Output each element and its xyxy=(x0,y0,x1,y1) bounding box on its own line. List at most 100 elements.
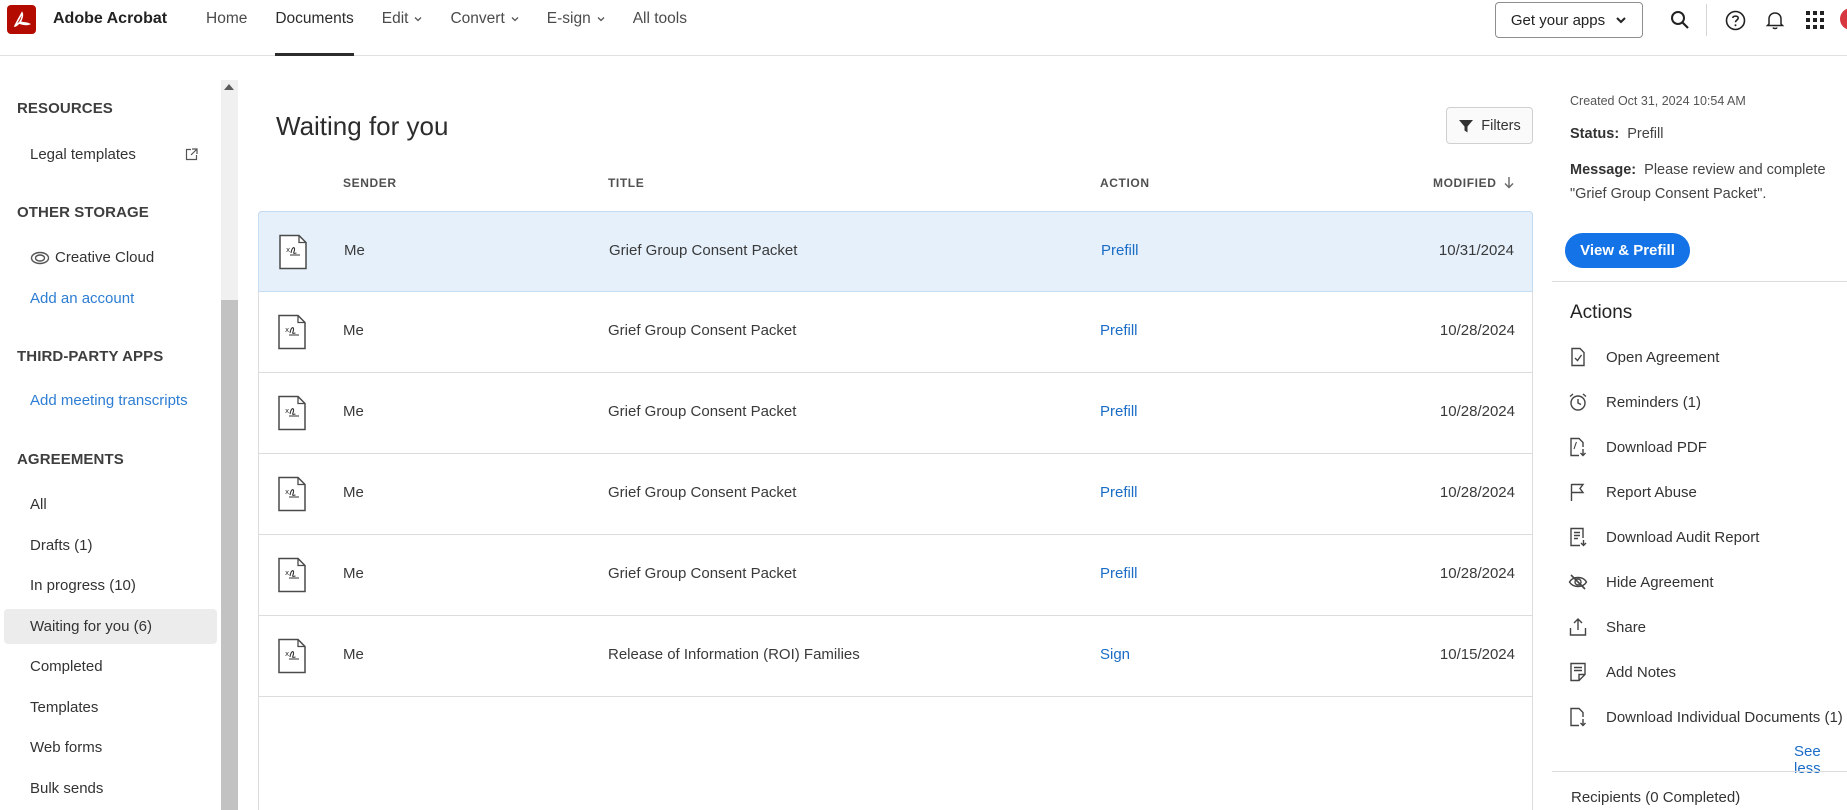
table-row[interactable]: x Me Grief Group Consent Packet Prefill 10/3… xyxy=(258,211,1533,292)
divider xyxy=(1706,4,1707,36)
divider xyxy=(1552,281,1847,282)
table-row[interactable]: x Me Release of Information (ROI) Families… xyxy=(258,616,1533,697)
svg-text:x: x xyxy=(285,488,289,496)
cell-title: Grief Group Consent Packet xyxy=(608,322,797,339)
cell-sender: Me xyxy=(344,242,365,259)
cell-title: Grief Group Consent Packet xyxy=(608,484,797,501)
sidebar: RESOURCES Legal templates OTHER STORAGE … xyxy=(0,78,220,810)
column-header-action[interactable]: ACTION xyxy=(1100,176,1150,190)
action-download-audit-report[interactable]: Download Audit Report xyxy=(1568,525,1759,549)
cell-action-link[interactable]: Sign xyxy=(1100,646,1130,663)
cell-sender: Me xyxy=(343,403,364,420)
nav-edit[interactable]: Edit xyxy=(382,0,423,56)
document-signature-icon: x xyxy=(277,476,307,512)
action-download-pdf[interactable]: Download PDF xyxy=(1568,435,1707,459)
action-add-notes[interactable]: Add Notes xyxy=(1568,660,1676,684)
cell-modified: 10/28/2024 xyxy=(1439,484,1515,501)
action-hide-agreement[interactable]: Hide Agreement xyxy=(1568,570,1714,594)
share-icon xyxy=(1569,618,1587,636)
sidebar-item-all[interactable]: All xyxy=(30,496,47,513)
sidebar-item-waiting-for-you[interactable]: Waiting for you (6) xyxy=(30,618,152,635)
table-row[interactable]: x Me Grief Group Consent Packet Prefill 10/2… xyxy=(258,292,1533,373)
notes-icon xyxy=(1570,662,1586,682)
action-download-individual-documents[interactable]: Download Individual Documents (1) xyxy=(1568,705,1843,729)
cell-action-link[interactable]: Prefill xyxy=(1100,565,1138,582)
main-nav: Home Documents Edit Convert E-sign All t… xyxy=(190,0,699,56)
page-title: Waiting for you xyxy=(276,111,449,141)
action-open-agreement[interactable]: Open Agreement xyxy=(1568,345,1719,369)
cell-action-link[interactable]: Prefill xyxy=(1100,322,1138,339)
cell-action-link[interactable]: Prefill xyxy=(1100,484,1138,501)
app-name: Adobe Acrobat xyxy=(53,10,168,27)
cell-title: Grief Group Consent Packet xyxy=(608,565,797,582)
sidebar-scrollbar-thumb[interactable] xyxy=(221,300,238,810)
sidebar-item-bulk-sends[interactable]: Bulk sends xyxy=(30,780,103,797)
column-header-title[interactable]: TITLE xyxy=(608,176,644,190)
nav-convert[interactable]: Convert xyxy=(450,0,519,56)
search-icon[interactable] xyxy=(1668,8,1692,32)
table-row[interactable]: x Me Grief Group Consent Packet Prefill 10/2… xyxy=(258,535,1533,616)
table-row[interactable]: x Me Grief Group Consent Packet Prefill 10/2… xyxy=(258,454,1533,535)
sidebar-item-creative-cloud[interactable]: Creative Cloud xyxy=(55,249,154,266)
action-report-abuse[interactable]: Report Abuse xyxy=(1568,480,1697,504)
external-link-icon[interactable] xyxy=(185,148,198,161)
cell-title: Release of Information (ROI) Families xyxy=(608,646,860,663)
sidebar-item-in-progress[interactable]: In progress (10) xyxy=(30,577,136,594)
nav-esign[interactable]: E-sign xyxy=(547,0,605,56)
action-reminders[interactable]: Reminders (1) xyxy=(1568,390,1701,414)
nav-all-tools[interactable]: All tools xyxy=(633,0,687,56)
cell-modified: 10/28/2024 xyxy=(1439,403,1515,420)
bell-icon[interactable] xyxy=(1763,8,1787,32)
message-line: Message: Please review and complete xyxy=(1570,158,1826,182)
sidebar-item-web-forms[interactable]: Web forms xyxy=(30,739,102,756)
svg-text:x: x xyxy=(285,326,289,334)
column-header-modified[interactable]: MODIFIED xyxy=(1433,176,1496,190)
cell-modified: 10/28/2024 xyxy=(1439,565,1515,582)
eye-hidden-icon xyxy=(1568,574,1588,590)
column-header-sender[interactable]: SENDER xyxy=(343,176,397,190)
created-timestamp: Created Oct 31, 2024 10:54 AM xyxy=(1570,94,1746,108)
add-account-link[interactable]: Add an account xyxy=(30,290,134,307)
sidebar-item-completed[interactable]: Completed xyxy=(30,658,103,675)
app-grid-icon[interactable] xyxy=(1803,8,1827,32)
table-row[interactable]: x Me Grief Group Consent Packet Prefill 10/2… xyxy=(258,373,1533,454)
action-share[interactable]: Share xyxy=(1568,615,1646,639)
avatar[interactable] xyxy=(1840,8,1847,30)
nav-documents[interactable]: Documents xyxy=(275,0,355,56)
document-signature-icon: x xyxy=(277,314,307,350)
sidebar-item-legal-templates[interactable]: Legal templates xyxy=(30,146,136,163)
download-pdf-icon xyxy=(1570,437,1586,457)
audit-report-icon xyxy=(1570,527,1587,547)
cell-action-link[interactable]: Prefill xyxy=(1100,403,1138,420)
nav-home[interactable]: Home xyxy=(206,0,247,56)
resources-heading: RESOURCES xyxy=(17,100,113,117)
cell-sender: Me xyxy=(343,565,364,582)
agreements-heading: AGREEMENTS xyxy=(17,451,124,468)
cell-action-link[interactable]: Prefill xyxy=(1101,242,1139,259)
third-party-apps-heading: THIRD-PARTY APPS xyxy=(17,348,164,365)
sidebar-item-drafts[interactable]: Drafts (1) xyxy=(30,537,93,554)
filters-button[interactable]: Filters xyxy=(1446,107,1533,144)
get-your-apps-button[interactable]: Get your apps xyxy=(1495,2,1643,38)
message-line-2: "Grief Group Consent Packet". xyxy=(1570,186,1767,202)
view-and-prefill-button[interactable]: View & Prefill xyxy=(1565,233,1690,268)
chevron-down-icon xyxy=(511,17,519,22)
open-agreement-icon xyxy=(1571,347,1585,367)
acrobat-logo-icon[interactable] xyxy=(7,5,36,34)
scroll-up-arrow-icon[interactable] xyxy=(224,84,234,90)
sort-down-arrow-icon[interactable] xyxy=(1503,176,1515,189)
add-meeting-transcripts-link[interactable]: Add meeting transcripts xyxy=(30,392,188,409)
svg-text:x: x xyxy=(285,407,289,415)
cell-sender: Me xyxy=(343,646,364,663)
help-icon[interactable] xyxy=(1723,8,1747,32)
sidebar-item-templates[interactable]: Templates xyxy=(30,699,98,716)
creative-cloud-icon xyxy=(30,251,50,265)
recipients-heading[interactable]: Recipients (0 Completed) xyxy=(1571,789,1740,806)
chevron-down-icon xyxy=(1616,17,1626,24)
top-bar: Adobe Acrobat Home Documents Edit Conver… xyxy=(0,0,1847,56)
download-documents-icon xyxy=(1570,707,1586,727)
alarm-clock-icon xyxy=(1569,393,1587,411)
cell-title: Grief Group Consent Packet xyxy=(608,403,797,420)
document-signature-icon: x xyxy=(277,638,307,674)
message-label: Message: xyxy=(1570,162,1637,178)
